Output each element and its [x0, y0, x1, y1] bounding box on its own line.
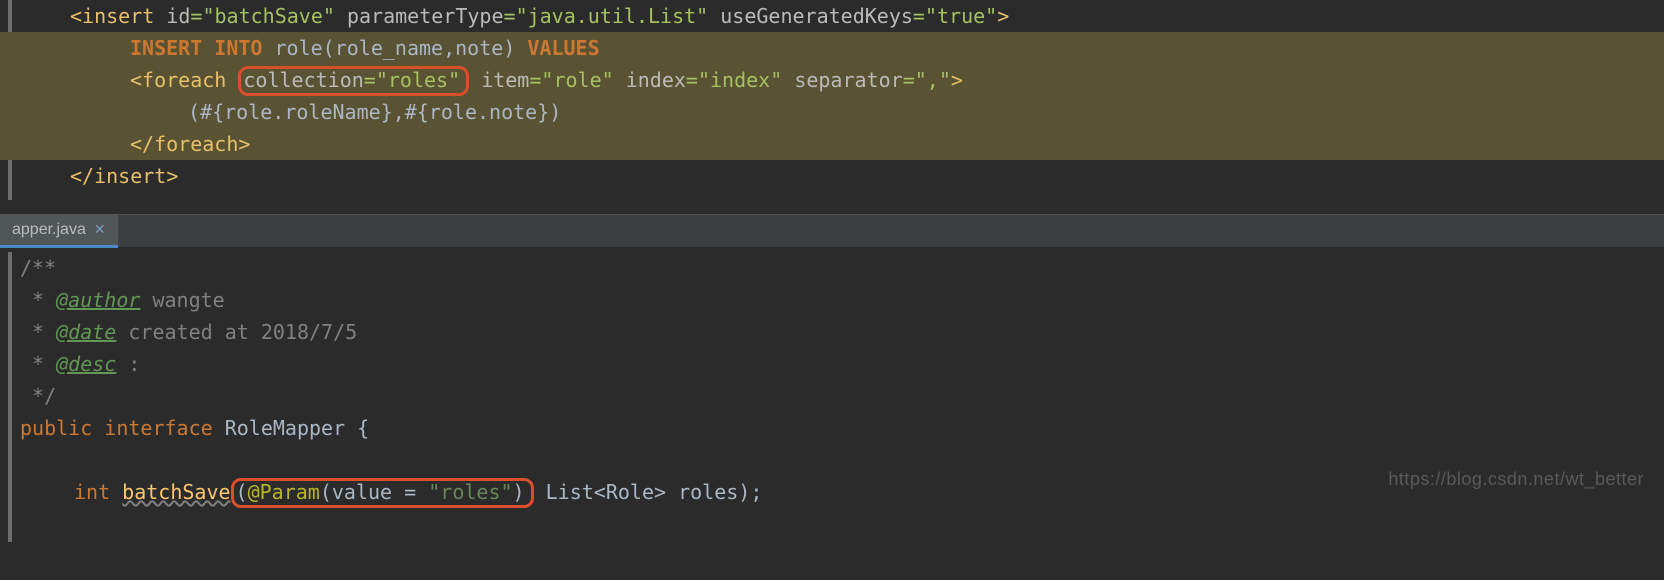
close-icon[interactable]: ✕	[94, 221, 106, 238]
code-line[interactable]: </foreach>	[0, 128, 1664, 160]
code-line[interactable]: /**	[0, 252, 1664, 284]
code-line[interactable]: (#{role.roleName},#{role.note})	[0, 96, 1664, 128]
code-line[interactable]: <insert id="batchSave" parameterType="ja…	[0, 0, 1664, 32]
editor-tabs: apper.java ✕	[0, 214, 1664, 248]
java-editor-pane[interactable]: /** * @author wangte * @date created at …	[0, 248, 1664, 508]
watermark-text: https://blog.csdn.net/wt_better	[1388, 469, 1644, 490]
code-line[interactable]: * @date created at 2018/7/5	[0, 316, 1664, 348]
code-line[interactable]: public interface RoleMapper {	[0, 412, 1664, 444]
javadoc-date: @date	[56, 320, 116, 344]
xml-editor-pane[interactable]: <insert id="batchSave" parameterType="ja…	[0, 0, 1664, 192]
code-line[interactable]: INSERT INTO role(role_name,note) VALUES	[0, 32, 1664, 64]
highlight-param-roles: (@Param(value = "roles")	[231, 478, 534, 508]
method-batchsave: batchSave	[122, 480, 230, 504]
code-line[interactable]: <foreach collection="roles" item="role" …	[0, 64, 1664, 96]
code-line[interactable]: </insert>	[0, 160, 1664, 192]
highlight-collection-roles: collection="roles"	[238, 66, 469, 96]
code-line[interactable]: * @desc :	[0, 348, 1664, 380]
code-line[interactable]: */	[0, 380, 1664, 412]
tag-open: <insert	[70, 4, 166, 28]
javadoc-author: @author	[56, 288, 140, 312]
code-line[interactable]: * @author wangte	[0, 284, 1664, 316]
tab-mapper-java[interactable]: apper.java ✕	[0, 215, 118, 248]
tab-label: apper.java	[12, 221, 86, 239]
javadoc-desc: @desc	[56, 352, 116, 376]
